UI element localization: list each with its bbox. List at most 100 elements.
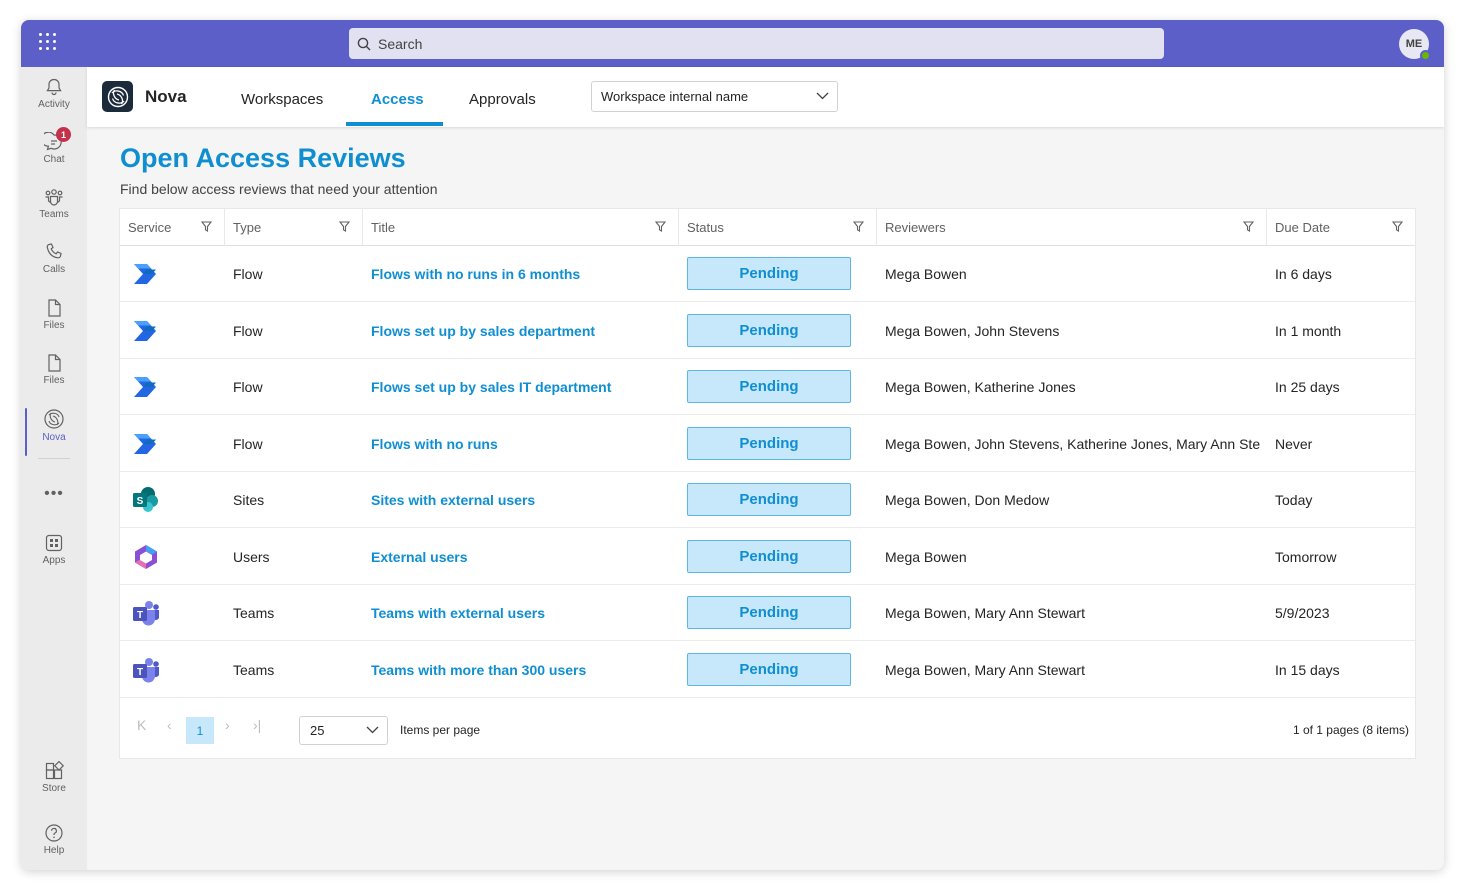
due-date-cell: In 25 days [1275, 379, 1340, 395]
rail-label-chat: Chat [43, 154, 65, 165]
tab-access[interactable]: Access [371, 91, 424, 108]
due-date-cell: In 1 month [1275, 322, 1342, 339]
chevron-down-icon [816, 92, 829, 100]
rail-label-nova: Nova [42, 432, 66, 443]
rail-item-files-2[interactable]: Files [21, 353, 87, 403]
due-date-cell: Today [1275, 492, 1313, 508]
review-title-link[interactable]: Teams with external users [371, 585, 671, 641]
status-badge: Pending [687, 370, 851, 403]
table-row[interactable]: Flow Flows with no runs Pending Mega Bowen,… [120, 416, 1415, 472]
column-header-due-date[interactable]: Due Date [1267, 209, 1415, 246]
rail-item-nova[interactable]: Nova [21, 408, 87, 458]
table-row[interactable]: T Teams Teams with external users Pending Me… [120, 585, 1415, 641]
rail-item-teams[interactable]: Teams [21, 187, 87, 237]
column-header-status[interactable]: Status [679, 209, 877, 246]
review-title-link[interactable]: Flows with no runs in 6 months [371, 246, 671, 302]
table-row[interactable]: Users External users Pending Mega Bowen Tomo… [120, 529, 1415, 585]
reviewers-cell: Mega Bowen, John Stevens, Katherine Jone… [885, 435, 1261, 452]
review-title-link[interactable]: Sites with external users [371, 472, 671, 528]
type-cell: Flow [233, 266, 263, 282]
nova-icon [44, 409, 64, 429]
table-row[interactable]: Flow Flows set up by sales IT department P… [120, 359, 1415, 415]
rail-item-store[interactable]: Store [21, 761, 87, 811]
chat-unread-badge: 1 [56, 127, 71, 142]
column-label: Due Date [1275, 220, 1330, 235]
svg-text:S: S [137, 496, 144, 507]
review-title-link[interactable]: Flows set up by sales IT department [371, 359, 671, 415]
next-page-icon[interactable]: › [225, 717, 230, 733]
table-row[interactable]: T Teams Teams with more than 300 users Pend… [120, 642, 1415, 698]
teams-app-icon: T [131, 656, 161, 684]
rail-item-apps[interactable]: Apps [21, 533, 87, 583]
bell-icon [46, 78, 62, 96]
page-size-select[interactable]: 25 [299, 716, 388, 745]
review-title-link[interactable]: Flows set up by sales department [371, 303, 671, 359]
filter-icon[interactable] [1243, 221, 1254, 232]
search-box[interactable]: Search [349, 28, 1164, 59]
sharepoint-icon: S [131, 486, 161, 514]
column-label: Status [687, 220, 724, 235]
table-row[interactable]: Flow Flows set up by sales department Pend… [120, 303, 1415, 359]
type-cell: Teams [233, 661, 275, 678]
type-cell: Teams [233, 605, 275, 621]
first-page-icon[interactable]: K [137, 717, 146, 733]
table-row[interactable]: S Sites Sites with external users Pending Me… [120, 472, 1415, 528]
page-number-button[interactable]: 1 [186, 717, 214, 744]
nova-logo-icon [102, 81, 133, 112]
app-header: Nova Workspaces Access Approvals Workspa… [87, 67, 1444, 127]
teams-icon [45, 189, 63, 206]
review-title-link[interactable]: External users [371, 529, 671, 585]
status-badge: Pending [687, 652, 851, 686]
column-header-type[interactable]: Type [225, 209, 363, 246]
file-icon [48, 354, 61, 372]
rail-item-calls[interactable]: Calls [21, 242, 87, 292]
power-automate-icon [131, 317, 161, 345]
workspace-select[interactable]: Workspace internal name [591, 81, 838, 112]
table-row[interactable]: Flow Flows with no runs in 6 months Pendin… [120, 246, 1415, 302]
rail-item-chat[interactable]: 1 Chat [21, 127, 87, 182]
rail-item-files[interactable]: Files [21, 298, 87, 348]
column-header-title[interactable]: Title [363, 209, 679, 246]
app-launcher-icon[interactable] [39, 33, 57, 51]
rail-item-activity[interactable]: Activity [21, 77, 87, 127]
type-cell: Flow [233, 435, 263, 452]
column-label: Title [371, 220, 396, 235]
filter-icon[interactable] [339, 221, 350, 232]
file-icon [48, 299, 61, 317]
column-header-reviewers[interactable]: Reviewers [877, 209, 1267, 246]
last-page-icon[interactable]: ›| [253, 717, 261, 733]
rail-item-help[interactable]: Help [21, 823, 87, 870]
svg-text:T: T [137, 610, 143, 621]
apps-icon [45, 534, 63, 552]
filter-icon[interactable] [1392, 221, 1403, 232]
grid-header: Service Type Title Status Reviewers Due … [120, 209, 1415, 246]
chevron-down-icon [366, 726, 379, 734]
more-apps-icon[interactable]: ••• [21, 485, 87, 503]
tab-workspaces[interactable]: Workspaces [241, 91, 323, 108]
due-date-cell: In 6 days [1275, 266, 1332, 282]
column-header-service[interactable]: Service [120, 209, 225, 246]
filter-icon[interactable] [853, 221, 864, 232]
column-label: Type [233, 220, 262, 235]
reviewers-cell: Mega Bowen, John Stevens [885, 322, 1060, 339]
page-subtitle: Find below access reviews that need your… [120, 181, 438, 197]
review-title-link[interactable]: Flows with no runs [371, 416, 671, 472]
svg-text:T: T [137, 667, 143, 678]
rail-label-activity: Activity [38, 99, 70, 110]
page-size-label: Items per page [400, 723, 481, 737]
user-avatar[interactable]: ME [1399, 29, 1431, 61]
tab-approvals[interactable]: Approvals [469, 91, 536, 108]
due-date-cell: In 15 days [1275, 661, 1340, 678]
reviewers-cell: Mega Bowen, Mary Ann Stewart [885, 605, 1085, 621]
search-placeholder: Search [378, 35, 423, 52]
power-automate-icon [131, 430, 161, 458]
filter-icon[interactable] [201, 221, 212, 232]
filter-icon[interactable] [655, 221, 666, 232]
status-badge: Pending [687, 539, 851, 573]
review-title-link[interactable]: Teams with more than 300 users [371, 642, 671, 698]
phone-icon [46, 243, 62, 259]
status-badge: Pending [687, 313, 851, 347]
teams-window: Search ME Activity 1 Chat Teams Calls Fi… [21, 20, 1444, 870]
previous-page-icon[interactable]: ‹ [167, 717, 172, 733]
reviewers-cell: Mega Bowen, Don Medow [885, 492, 1050, 508]
